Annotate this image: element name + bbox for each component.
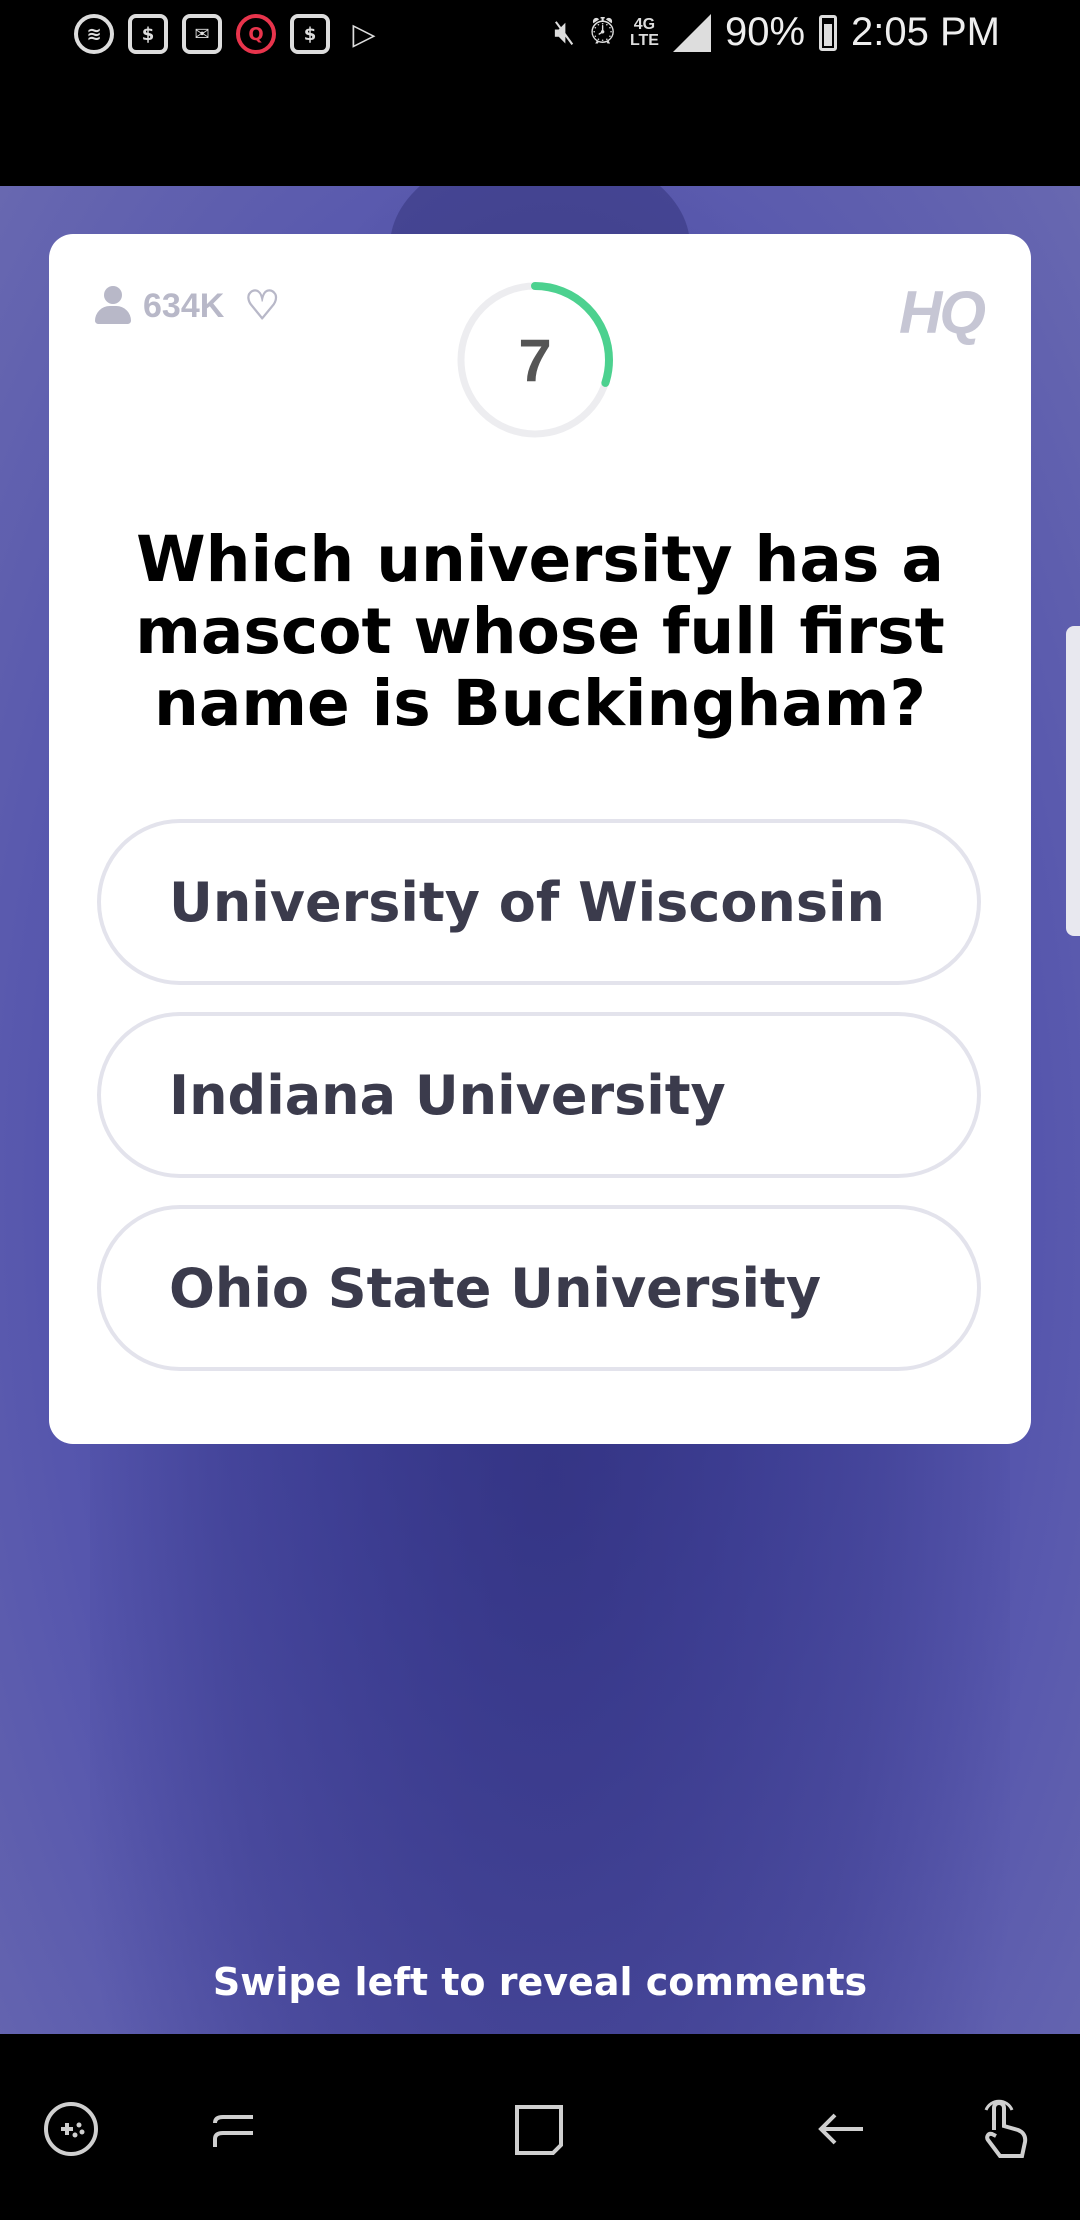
dollar-icon: $ (128, 14, 168, 54)
countdown-timer: 7 (455, 280, 615, 440)
recent-apps-icon[interactable] (200, 2094, 270, 2164)
play-store-icon: ▷ (352, 16, 376, 52)
hq-q-icon: Q (236, 14, 276, 54)
side-handle[interactable] (1066, 626, 1080, 936)
answer-option-1[interactable]: University of Wisconsin (97, 819, 981, 985)
video-stage[interactable]: 634K ♡ 7 HQ Which university has a masco… (0, 186, 1080, 2034)
back-icon[interactable] (806, 2094, 876, 2164)
home-icon[interactable] (504, 2094, 574, 2164)
touch-icon[interactable] (972, 2094, 1042, 2164)
viewer-count-value: 634K (143, 286, 225, 325)
question-text: Which university has a mascot whose full… (135, 523, 945, 740)
network-type: 4G LTE (629, 15, 659, 49)
navigation-bar (0, 2034, 1080, 2220)
swipe-hint: Swipe left to reveal comments (212, 1960, 868, 2004)
mute-icon: 🔇︎ (553, 13, 576, 51)
game-launcher-icon[interactable] (36, 2094, 106, 2164)
signal-icon (672, 13, 711, 52)
system-status: 🔇︎ ⏰︎ 4G LTE 90% 2:05 PM (554, 10, 1000, 55)
viewer-count: 634K ♡ (95, 286, 280, 326)
battery-icon (819, 14, 838, 51)
heart-icon[interactable]: ♡ (244, 286, 280, 326)
battery-percent: 90% (724, 10, 806, 54)
answer-list: University of Wisconsin Indiana Universi… (97, 819, 981, 1398)
mail-icon: ✉ (182, 14, 222, 54)
alarm-icon: ⏰︎ (589, 13, 616, 51)
dollar-icon: $ (290, 14, 330, 54)
answer-option-2[interactable]: Indiana University (97, 1012, 981, 1178)
timer-value: 7 (518, 326, 552, 394)
question-card: 634K ♡ 7 HQ Which university has a masco… (49, 234, 1031, 1444)
notification-icons: ≋ $ ✉ Q $ ▷ (74, 14, 384, 54)
hq-logo: HQ (899, 279, 986, 346)
answer-option-3[interactable]: Ohio State University (97, 1205, 981, 1371)
person-icon (95, 286, 131, 326)
clock: 2:05 PM (851, 10, 1000, 54)
spotify-icon: ≋ (74, 14, 114, 54)
status-bar: ≋ $ ✉ Q $ ▷ 🔇︎ ⏰︎ 4G LTE 90% 2:05 PM (0, 0, 1080, 72)
